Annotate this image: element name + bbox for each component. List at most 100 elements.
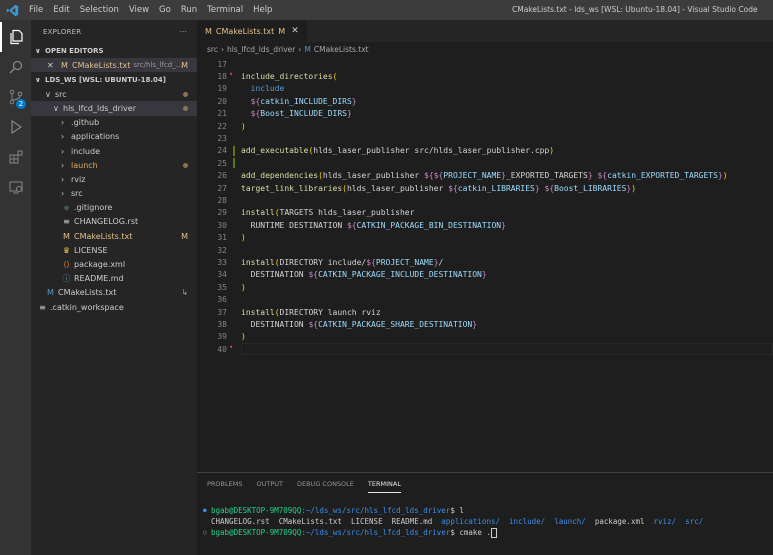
breadcrumb-item[interactable]: CMakeLists.txt <box>314 45 369 54</box>
breadcrumb-item[interactable]: hls_lfcd_lds_driver <box>227 45 295 54</box>
command-success-icon: ● <box>203 507 207 514</box>
code-line: 33 install(DIRECTORY include/${PROJECT_NA… <box>197 256 773 268</box>
open-editors-section[interactable]: ∨ OPEN EDITORS <box>31 43 197 58</box>
tree-file[interactable]: M CMakeLists.txt ↳ <box>31 286 197 300</box>
code-line: 30 RUNTIME DESTINATION ${CATKIN_PACKAGE_… <box>197 219 773 231</box>
terminal[interactable]: ● bgab@DESKTOP-9M709QQ:~/lds_ws/src/hls_… <box>197 505 773 538</box>
tree-item-label: rviz <box>71 174 86 184</box>
menu-item-edit[interactable]: Edit <box>48 0 74 20</box>
tree-item-label: src <box>71 189 83 199</box>
ls-dir: applications/ <box>441 517 500 526</box>
gutter <box>227 95 241 107</box>
chevron-down-icon: ∨ <box>35 75 41 84</box>
code-text: ) <box>241 282 246 292</box>
prompt-path: :~/lds_ws/src/hls_lfcd_lds_driver <box>301 528 451 537</box>
tree-folder[interactable]: › applications <box>31 130 197 144</box>
file-type-icon: ♛ <box>62 245 71 255</box>
tree-folder[interactable]: › .github <box>31 116 197 130</box>
open-editor-item[interactable]: ✕ M CMakeLists.txt src/hls_lfcd_... M <box>31 58 197 73</box>
search-icon[interactable] <box>0 52 31 82</box>
tree-folder[interactable]: › include <box>31 144 197 158</box>
line-number: 33 <box>217 257 227 267</box>
tab-problems[interactable]: PROBLEMS <box>207 476 242 492</box>
file-type-icon: ⟨⟩ <box>63 260 70 270</box>
menu-item-go[interactable]: Go <box>154 0 176 20</box>
tree-file[interactable]: ≡ .catkin_workspace <box>31 300 197 314</box>
code-line: 38 DESTINATION ${CATKIN_PACKAGE_SHARE_DE… <box>197 318 773 330</box>
code-text: RUNTIME DESTINATION ${CATKIN_PACKAGE_BIN… <box>250 220 506 230</box>
code-text: install(TARGETS hlds_laser_publisher <box>241 208 415 218</box>
code-text: ${Boost_INCLUDE_DIRS} <box>250 109 352 119</box>
command-text: $ cmake . <box>450 528 491 537</box>
tree-file[interactable]: ≡ CHANGELOG.rst <box>31 215 197 229</box>
tree-file[interactable]: ◆ .gitignore <box>31 201 197 215</box>
tree-item-label: include <box>71 146 100 156</box>
code-line: 27 target_link_libraries(hlds_laser_publi… <box>197 182 773 194</box>
menu-item-selection[interactable]: Selection <box>75 0 124 20</box>
code-line: 35) <box>197 281 773 293</box>
workspace-label: LDS_WS [WSL: UBUNTU-18.04] <box>45 75 166 84</box>
code-line: 20 ${catkin_INCLUDE_DIRS} <box>197 95 773 107</box>
run-debug-icon[interactable] <box>0 112 31 142</box>
tree-file[interactable]: ⟨⟩ package.xml <box>31 257 197 271</box>
menu-item-view[interactable]: View <box>124 0 154 20</box>
gutter: ▾ <box>227 343 241 355</box>
code-text: DESTINATION ${CATKIN_PACKAGE_SHARE_DESTI… <box>250 319 478 329</box>
code-line: 26 add_dependencies(hlds_laser_publisher … <box>197 170 773 182</box>
menu-item-terminal[interactable]: Terminal <box>202 0 248 20</box>
chevron-right-icon: › <box>298 44 302 54</box>
workspace-section[interactable]: ∨ LDS_WS [WSL: UBUNTU-18.04] <box>31 72 197 87</box>
tree-folder[interactable]: › rviz <box>31 172 197 186</box>
menu-item-file[interactable]: File <box>24 0 48 20</box>
chevron-right-icon: › <box>61 146 65 156</box>
code-editor[interactable]: 17 18 ▾ include_directories(19 include 20 ${… <box>197 58 773 460</box>
terminal-cursor <box>490 527 497 538</box>
tree-file[interactable]: M CMakeLists.txt M <box>31 229 197 243</box>
gutter <box>227 182 241 194</box>
chevron-right-icon: › <box>61 189 65 199</box>
editor-tabs: M CMakeLists.txt M ✕ <box>197 20 773 42</box>
menu-bar: File Edit Selection View Go Run Terminal Help <box>24 0 277 20</box>
tree-file[interactable]: ⓘ README.md <box>31 272 197 286</box>
source-control-icon[interactable]: 2 <box>0 82 31 112</box>
deleted-line-icon: ▾ <box>229 342 234 351</box>
close-icon[interactable]: ✕ <box>47 61 59 70</box>
line-number: 39 <box>217 332 227 342</box>
open-editors-label: OPEN EDITORS <box>45 46 104 55</box>
code-line: 18 ▾ include_directories( <box>197 70 773 82</box>
tree-file[interactable]: ♛ LICENSE <box>31 243 197 257</box>
breadcrumb-item[interactable]: src <box>207 45 218 54</box>
tab-terminal[interactable]: TERMINAL <box>367 476 401 493</box>
tab-debug-console[interactable]: DEBUG CONSOLE <box>297 476 354 492</box>
more-actions-icon[interactable]: ··· <box>180 28 187 36</box>
code-text: target_link_libraries(hlds_laser_publish… <box>241 183 637 193</box>
file-tree: ∨ src ∨ hls_lfcd_lds_driver › .github › applica… <box>31 87 197 314</box>
tab-cmakelists[interactable]: M CMakeLists.txt M ✕ <box>197 20 307 42</box>
title-bar: File Edit Selection View Go Run Terminal Help C… <box>0 0 773 20</box>
tree-item-label: .gitignore <box>74 203 113 213</box>
remote-explorer-icon[interactable] <box>0 172 31 202</box>
close-icon[interactable]: ✕ <box>291 26 299 36</box>
tree-folder[interactable]: › launch <box>31 158 197 172</box>
gutter <box>227 244 241 256</box>
tree-folder[interactable]: ∨ src <box>31 87 197 101</box>
menu-item-run[interactable]: Run <box>176 0 202 20</box>
gutter <box>227 108 241 120</box>
menu-item-help[interactable]: Help <box>248 0 277 20</box>
tree-item-label: package.xml <box>74 260 126 270</box>
tree-folder[interactable]: › src <box>31 187 197 201</box>
panel-tabs: PROBLEMS OUTPUT DEBUG CONSOLE TERMINAL <box>197 473 773 495</box>
gutter <box>227 306 241 318</box>
tab-output[interactable]: OUTPUT <box>256 476 283 492</box>
tree-folder[interactable]: ∨ hls_lfcd_lds_driver <box>31 101 197 116</box>
modified-dot-icon <box>183 105 188 111</box>
line-number: 27 <box>217 183 227 193</box>
code-line: 21 ${Boost_INCLUDE_DIRS} <box>197 108 773 120</box>
tree-item-label: README.md <box>74 274 124 284</box>
code-text: include <box>250 84 285 94</box>
explorer-icon[interactable] <box>0 22 31 52</box>
code-text: ${catkin_INCLUDE_DIRS} <box>250 96 357 106</box>
extensions-icon[interactable] <box>0 142 31 172</box>
code-line: 31) <box>197 231 773 243</box>
gutter <box>227 269 241 281</box>
